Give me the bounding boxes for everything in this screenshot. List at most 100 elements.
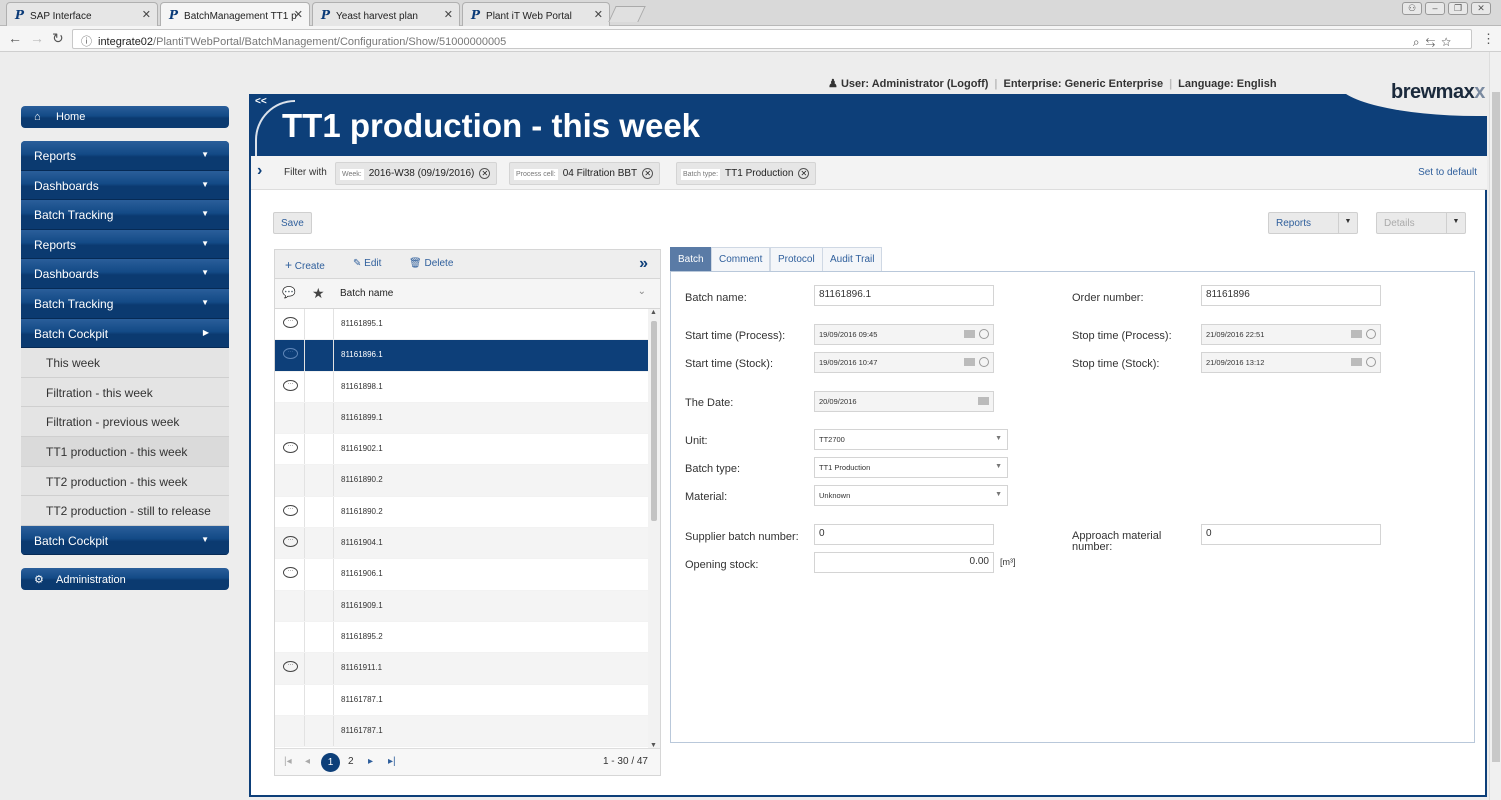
browser-tab-portal[interactable]: P Plant iT Web Portal ✕: [462, 2, 610, 26]
comment-icon[interactable]: ···: [283, 661, 298, 673]
start-time-process-field[interactable]: 19/09/2016 09:45: [814, 324, 994, 345]
tab-audit-trail[interactable]: Audit Trail: [822, 247, 883, 271]
sidebar-item-dashboards-2[interactable]: Dashboards ▼: [21, 259, 229, 289]
clock-icon[interactable]: [979, 329, 989, 339]
maximize-button[interactable]: ❐: [1448, 2, 1468, 15]
comment-icon[interactable]: ···: [283, 379, 298, 391]
calendar-icon[interactable]: [1351, 358, 1362, 366]
first-page-icon[interactable]: |◂: [284, 756, 292, 767]
forward-icon[interactable]: →: [30, 30, 44, 46]
chevron-down-icon[interactable]: ▼: [1446, 213, 1465, 233]
create-button[interactable]: + Create: [285, 258, 325, 272]
table-row[interactable]: 81161890.2: [275, 465, 648, 497]
filter-chip-week[interactable]: Week: 2016-W38 (09/19/2016) ✕: [335, 162, 498, 185]
sidebar-item-reports-2[interactable]: Reports ▼: [21, 229, 229, 260]
comment-icon[interactable]: ···: [283, 567, 298, 579]
administration-button[interactable]: ⚙ Administration: [21, 568, 229, 590]
remove-filter-icon[interactable]: ✕: [479, 168, 491, 179]
sidebar-item-batch-cockpit-2[interactable]: Batch Cockpit ▼: [21, 525, 229, 556]
clock-icon[interactable]: [1366, 357, 1376, 367]
opening-stock-field[interactable]: 0.00: [814, 552, 994, 573]
filter-chip-batch-type[interactable]: Batch type: TT1 Production ✕: [676, 162, 817, 185]
sidebar-subitem-filtration-previous-week[interactable]: Filtration - previous week: [21, 407, 229, 437]
sidebar-subitem-filtration-this-week[interactable]: Filtration - this week: [21, 377, 229, 408]
comment-icon[interactable]: ···: [283, 536, 298, 548]
expand-panel-icon[interactable]: »: [639, 255, 648, 273]
clock-icon[interactable]: [979, 357, 989, 367]
back-icon[interactable]: ←: [8, 30, 22, 46]
sidebar-item-batch-tracking[interactable]: Batch Tracking ▼: [21, 200, 229, 230]
table-row[interactable]: 81161899.1: [275, 402, 648, 435]
comment-icon[interactable]: ···: [283, 348, 298, 360]
reload-icon[interactable]: ↻: [52, 30, 64, 47]
comment-icon[interactable]: ···: [283, 317, 298, 328]
close-tab-icon[interactable]: ✕: [444, 8, 453, 21]
table-row[interactable]: ··· 81161895.1: [275, 309, 648, 341]
batch-name-column-header[interactable]: Batch name: [340, 288, 393, 299]
batch-name-field[interactable]: 81161896.1: [814, 285, 994, 306]
stop-time-stock-field[interactable]: 21/09/2016 13:12: [1201, 352, 1381, 373]
sidebar-item-batch-cockpit[interactable]: Batch Cockpit ▶: [21, 318, 229, 349]
close-tab-icon[interactable]: ✕: [594, 8, 603, 21]
calendar-icon[interactable]: [964, 330, 975, 338]
tab-batch[interactable]: Batch: [670, 247, 712, 271]
close-tab-icon[interactable]: ✕: [294, 8, 303, 21]
table-row[interactable]: 81161909.1: [275, 590, 648, 622]
unit-select[interactable]: TT2700 ▼: [814, 429, 1008, 450]
enterprise-label[interactable]: Enterprise: Generic Enterprise: [1004, 78, 1164, 90]
sidebar-item-reports[interactable]: Reports ▼: [21, 141, 229, 171]
grid-scrollbar[interactable]: ▲ ▼: [648, 309, 660, 749]
page-2-button[interactable]: 2: [348, 756, 354, 767]
table-row[interactable]: ··· 81161896.1: [275, 340, 648, 372]
clock-icon[interactable]: [1366, 329, 1376, 339]
home-button[interactable]: ⌂ Home: [21, 106, 229, 128]
comment-icon[interactable]: ···: [283, 504, 298, 516]
prev-page-icon[interactable]: ◂: [305, 756, 310, 767]
save-button[interactable]: Save: [273, 212, 312, 234]
sidebar-subitem-tt1-production[interactable]: TT1 production - this week: [21, 436, 229, 467]
table-row[interactable]: ··· 81161902.1: [275, 434, 648, 466]
stop-time-process-field[interactable]: 21/09/2016 22:51: [1201, 324, 1381, 345]
start-time-stock-field[interactable]: 19/09/2016 10:47: [814, 352, 994, 373]
page-scroll-thumb[interactable]: [1492, 92, 1500, 762]
table-row[interactable]: ··· 81161906.1: [275, 559, 648, 591]
search-icon[interactable]: ⌕: [1413, 35, 1426, 49]
batch-type-select[interactable]: TT1 Production ▼: [814, 457, 1008, 478]
the-date-field[interactable]: 20/09/2016: [814, 391, 994, 412]
user-logoff-link[interactable]: User: Administrator (Logoff): [841, 78, 988, 90]
language-label[interactable]: Language: English: [1178, 78, 1276, 90]
profile-icon[interactable]: ⚇: [1402, 2, 1422, 15]
close-window-button[interactable]: ✕: [1471, 2, 1491, 15]
filter-chip-process-cell[interactable]: Process cell: 04 Filtration BBT ✕: [509, 162, 661, 185]
scroll-thumb[interactable]: [651, 321, 657, 521]
details-button[interactable]: Details ▼: [1376, 212, 1466, 234]
page-scrollbar[interactable]: [1489, 52, 1501, 800]
supplier-batch-number-field[interactable]: 0: [814, 524, 994, 545]
sidebar-item-dashboards[interactable]: Dashboards ▼: [21, 170, 229, 201]
table-row[interactable]: ··· 81161890.2: [275, 496, 648, 529]
next-page-icon[interactable]: ▸: [368, 756, 373, 767]
translate-icon[interactable]: ⇆: [1426, 35, 1442, 49]
table-row[interactable]: 81161787.1: [275, 684, 648, 716]
table-row[interactable]: ··· 81161898.1: [275, 371, 648, 403]
bookmark-star-icon[interactable]: ☆: [1441, 35, 1457, 49]
order-number-field[interactable]: 81161896: [1201, 285, 1381, 306]
remove-filter-icon[interactable]: ✕: [642, 168, 654, 179]
browser-tab-sap[interactable]: P SAP Interface ✕: [6, 2, 158, 26]
page-1-button[interactable]: 1: [321, 753, 340, 772]
remove-filter-icon[interactable]: ✕: [798, 168, 810, 179]
table-row[interactable]: 81161787.1: [275, 715, 648, 748]
collapse-sidebar-button[interactable]: <<: [255, 96, 267, 107]
star-column-icon[interactable]: ★: [312, 285, 325, 302]
tab-comment[interactable]: Comment: [711, 247, 771, 271]
set-to-default-link[interactable]: Set to default: [1418, 167, 1477, 178]
tab-protocol[interactable]: Protocol: [770, 247, 823, 271]
chevron-down-icon[interactable]: ▼: [1338, 213, 1357, 233]
comment-icon[interactable]: ···: [283, 442, 298, 454]
edit-button[interactable]: ✎ Edit: [353, 258, 381, 269]
url-field[interactable]: ⓘ integrate02/PlantiTWebPortal/BatchManag…: [72, 29, 1472, 49]
calendar-icon[interactable]: [1351, 330, 1362, 338]
table-row[interactable]: ··· 81161904.1: [275, 528, 648, 560]
browser-menu-icon[interactable]: ⋮: [1482, 31, 1495, 47]
chevron-right-icon[interactable]: ›: [257, 162, 262, 180]
